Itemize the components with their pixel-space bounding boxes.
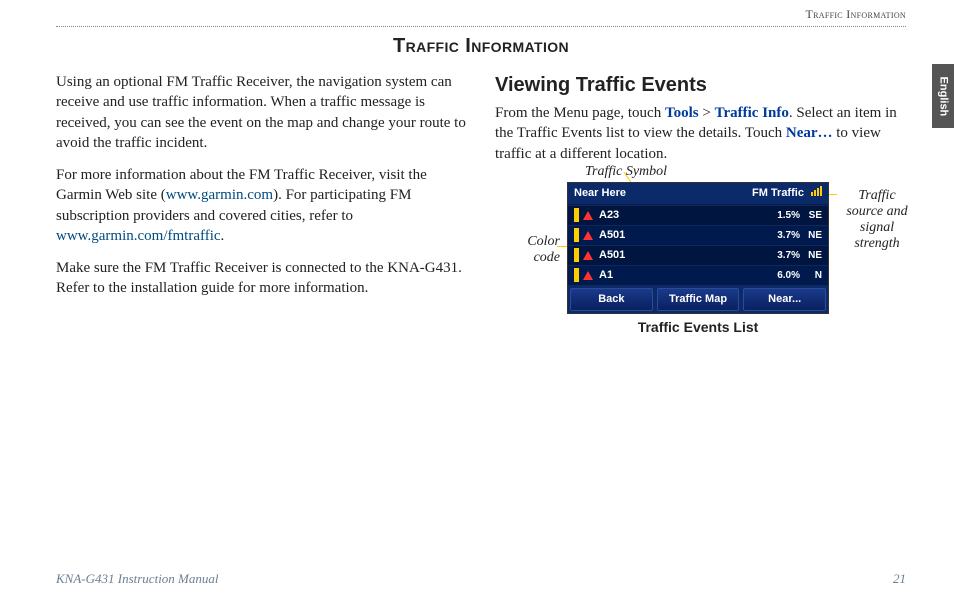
- page-title: Traffic Information: [56, 33, 906, 60]
- device-header-left: Near Here: [574, 186, 626, 201]
- instructions-paragraph: From the Menu page, touch Tools > Traffi…: [495, 103, 906, 164]
- color-code-bar: [574, 208, 579, 222]
- footer-page-number: 21: [893, 570, 906, 588]
- direction: NE: [804, 249, 822, 263]
- top-rule: [56, 26, 906, 27]
- near-button[interactable]: Near...: [743, 288, 826, 311]
- distance: 3.7%: [777, 229, 800, 243]
- direction: SE: [804, 209, 822, 223]
- direction: N: [804, 269, 822, 283]
- color-code-bar: [574, 228, 579, 242]
- traffic-map-button[interactable]: Traffic Map: [657, 288, 740, 311]
- left-column: Using an optional FM Traffic Receiver, t…: [56, 72, 467, 336]
- touch-tools: Tools: [665, 105, 699, 121]
- road-name: A23: [599, 208, 777, 223]
- right-column: Viewing Traffic Events From the Menu pag…: [495, 72, 906, 336]
- link-fmtraffic[interactable]: www.garmin.com/fmtraffic: [56, 228, 221, 244]
- figure: Traffic Symbol Color code Traffic source…: [495, 182, 906, 337]
- device-header-right: FM Traffic: [752, 186, 822, 201]
- language-tab: English: [932, 64, 954, 128]
- touch-traffic-info: Traffic Info: [715, 105, 789, 121]
- device-rows: A23 1.5% SE A501 3.7% NE: [568, 205, 828, 285]
- road-name: A1: [599, 268, 777, 283]
- traffic-row[interactable]: A501 3.7% NE: [568, 225, 828, 245]
- traffic-symbol-icon: [583, 271, 593, 280]
- device-header: Near Here FM Traffic: [568, 183, 828, 205]
- annotation-signal: Traffic source and signal strength: [842, 188, 912, 252]
- info-paragraph: For more information about the FM Traffi…: [56, 165, 467, 246]
- back-button[interactable]: Back: [570, 288, 653, 311]
- direction: NE: [804, 229, 822, 243]
- running-head: Traffic Information: [56, 6, 906, 22]
- distance: 3.7%: [777, 249, 800, 263]
- road-name: A501: [599, 248, 777, 263]
- traffic-row[interactable]: A501 3.7% NE: [568, 245, 828, 265]
- device-screenshot: Near Here FM Traffic A23: [567, 182, 829, 314]
- distance: 6.0%: [777, 269, 800, 283]
- road-name: A501: [599, 228, 777, 243]
- distance: 1.5%: [777, 209, 800, 223]
- color-code-bar: [574, 268, 579, 282]
- figure-caption: Traffic Events List: [567, 318, 829, 337]
- page-footer: KNA-G431 Instruction Manual 21: [56, 570, 906, 588]
- footer-manual-name: KNA-G431 Instruction Manual: [56, 570, 219, 588]
- traffic-symbol-icon: [583, 211, 593, 220]
- traffic-symbol-icon: [583, 231, 593, 240]
- traffic-symbol-icon: [583, 251, 593, 260]
- language-tab-label: English: [936, 76, 951, 116]
- color-code-bar: [574, 248, 579, 262]
- traffic-row[interactable]: A1 6.0% N: [568, 265, 828, 285]
- signal-strength-icon: [811, 186, 822, 196]
- link-garmin[interactable]: www.garmin.com: [166, 187, 273, 203]
- intro-paragraph: Using an optional FM Traffic Receiver, t…: [56, 72, 467, 153]
- touch-near: Near…: [786, 125, 833, 141]
- annotation-color-code: Color code: [505, 234, 560, 266]
- device-footer: Back Traffic Map Near...: [568, 285, 828, 313]
- section-heading: Viewing Traffic Events: [495, 72, 906, 99]
- traffic-row[interactable]: A23 1.5% SE: [568, 205, 828, 225]
- connect-paragraph: Make sure the FM Traffic Receiver is con…: [56, 258, 467, 299]
